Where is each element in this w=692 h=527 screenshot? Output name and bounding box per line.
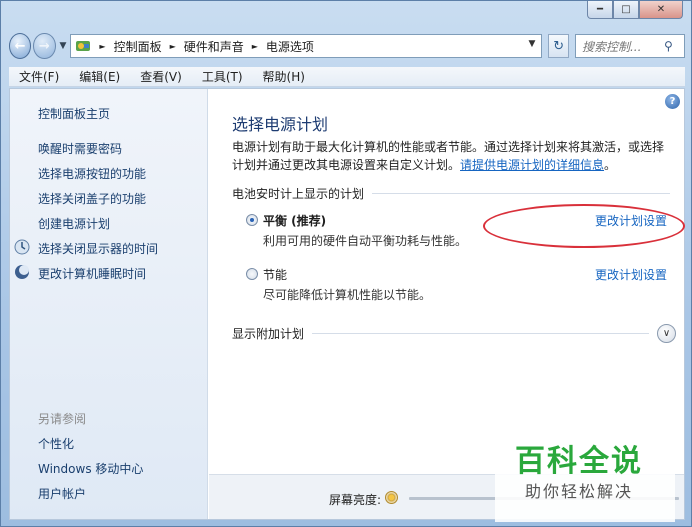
watermark-subtitle: 助你轻松解决: [525, 482, 634, 501]
caption-buttons: ━ □ ✕: [587, 1, 683, 19]
recent-pages-dropdown-icon[interactable]: ▼: [60, 41, 67, 51]
plan-balanced-name[interactable]: 平衡 (推荐): [263, 212, 326, 229]
back-button[interactable]: ←: [9, 33, 32, 59]
minimize-icon[interactable]: ━: [587, 1, 613, 19]
address-bar[interactable]: ► 控制面板 ► 硬件和声音 ► 电源选项 ▼: [70, 34, 543, 58]
refresh-button[interactable]: ↻: [548, 34, 569, 58]
refresh-icon: ↻: [553, 38, 565, 54]
address-row: ← → ▼ ► 控制面板 ► 硬件和声音 ► 电源选项 ▼ ↻ 搜索控制... …: [9, 31, 685, 61]
menu-edit[interactable]: 编辑(E): [69, 68, 130, 85]
plan-power-saver: 节能 尽可能降低计算机性能以节能。 更改计划设置: [246, 266, 667, 306]
menu-bar: 文件(F) 编辑(E) 查看(V) 工具(T) 帮助(H): [9, 67, 685, 87]
sidebar-item-sleep-time[interactable]: 更改计算机睡眠时间: [38, 265, 146, 282]
plan-balanced-description: 利用可用的硬件自动平衡功耗与性能。: [263, 234, 468, 248]
breadcrumb-power-options[interactable]: 电源选项: [266, 38, 314, 55]
search-icon[interactable]: ⚲: [664, 39, 684, 53]
address-dropdown-icon[interactable]: ▼: [529, 39, 536, 49]
sidebar-item-mobility-center[interactable]: Windows 移动中心: [38, 460, 143, 477]
task-sidebar: 控制面板主页 唤醒时需要密码 选择电源按钮的功能 选择关闭盖子的功能 创建电源计…: [10, 89, 208, 519]
breadcrumb-control-panel[interactable]: 控制面板: [114, 38, 162, 55]
plan-power-saver-change-settings-link[interactable]: 更改计划设置: [595, 266, 667, 283]
back-arrow-icon: ←: [14, 38, 26, 54]
sidebar-item-personalization[interactable]: 个性化: [38, 435, 74, 452]
plan-power-saver-description: 尽可能降低计算机性能以节能。: [263, 288, 432, 302]
section-divider: [372, 193, 670, 194]
sidebar-home-link[interactable]: 控制面板主页: [38, 105, 110, 122]
breadcrumb-hardware-sound[interactable]: 硬件和声音: [184, 38, 244, 55]
watermark-title: 百科全说: [515, 444, 643, 479]
sidebar-item-power-button[interactable]: 选择电源按钮的功能: [38, 165, 146, 182]
menu-file[interactable]: 文件(F): [9, 68, 69, 85]
moon-icon: [15, 265, 29, 279]
maximize-icon[interactable]: □: [613, 1, 639, 19]
close-icon[interactable]: ✕: [639, 1, 683, 19]
menu-tools[interactable]: 工具(T): [192, 68, 253, 85]
sidebar-item-create-plan[interactable]: 创建电源计划: [38, 215, 110, 232]
sidebar-item-lid-close[interactable]: 选择关闭盖子的功能: [38, 190, 146, 207]
see-also-heading: 另请参阅: [38, 412, 87, 426]
breadcrumb-separator-icon: ►: [169, 41, 176, 51]
help-icon[interactable]: ?: [665, 94, 680, 109]
battery-meter-plans-heading: 电池安时计上显示的计划: [232, 185, 670, 202]
sidebar-item-user-accounts[interactable]: 用户帐户: [38, 485, 86, 502]
additional-plans-expander[interactable]: 显示附加计划 ∨: [232, 324, 676, 343]
section-heading-text: 电池安时计上显示的计划: [232, 187, 365, 201]
intro-end: 。: [604, 158, 617, 172]
additional-plans-heading: 显示附加计划: [232, 327, 305, 341]
plan-power-saver-radio[interactable]: [246, 268, 258, 280]
plan-balanced-radio[interactable]: [246, 214, 258, 226]
sidebar-item-wake-password[interactable]: 唤醒时需要密码: [38, 140, 122, 157]
plan-power-saver-name[interactable]: 节能: [263, 266, 287, 283]
monitor-icon: [14, 239, 30, 255]
breadcrumb-separator-icon: ►: [99, 41, 106, 51]
search-input[interactable]: 搜索控制... ⚲: [574, 34, 685, 58]
annotation-circle: [483, 204, 685, 248]
breadcrumb-separator-icon: ►: [251, 41, 258, 51]
menu-view[interactable]: 查看(V): [130, 68, 192, 85]
control-panel-icon: [76, 41, 91, 51]
chevron-down-icon[interactable]: ∨: [657, 324, 676, 343]
forward-button[interactable]: →: [33, 33, 56, 59]
watermark: 百科全说 助你轻松解决: [495, 430, 675, 522]
forward-arrow-icon: →: [38, 38, 50, 54]
page-title: 选择电源计划: [232, 115, 329, 134]
brightness-icon: [385, 491, 398, 504]
search-placeholder: 搜索控制...: [581, 39, 642, 54]
sidebar-item-display-off[interactable]: 选择关闭显示器的时间: [38, 240, 158, 257]
intro-text: 电源计划有助于最大化计算机的性能或者节能。通过选择计划来将其激活，或选择计划并通…: [232, 138, 672, 174]
brightness-label: 屏幕亮度:: [329, 493, 382, 507]
menu-help[interactable]: 帮助(H): [253, 68, 315, 85]
section-divider: [312, 333, 649, 334]
plan-details-link[interactable]: 请提供电源计划的详细信息: [460, 158, 604, 172]
